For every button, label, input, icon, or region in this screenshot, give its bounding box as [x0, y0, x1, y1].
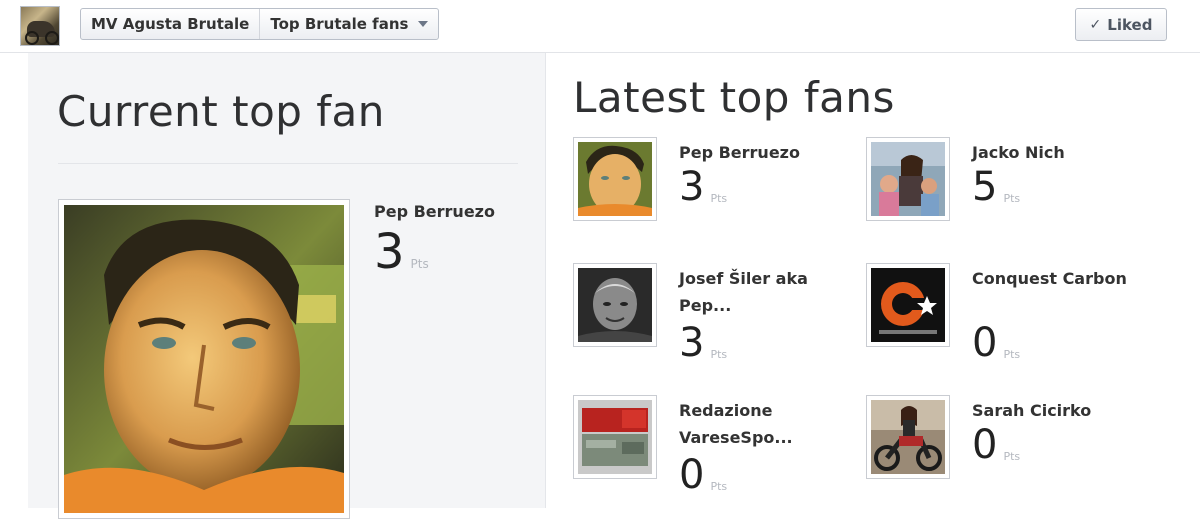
fan-score: 0 Pts — [972, 423, 1020, 467]
fan-name[interactable]: Sarah Cicirko — [972, 397, 1152, 424]
points-unit-label: Pts — [710, 192, 728, 205]
breadcrumb-page-link[interactable]: MV Agusta Brutale — [81, 9, 259, 39]
current-top-fan-heading: Current top fan — [57, 87, 385, 136]
points-unit-label: Pts — [1003, 348, 1021, 361]
current-fan-score: 3 Pts — [374, 225, 429, 279]
fan-name[interactable]: Redazione VareseSpo... — [679, 397, 859, 451]
fan-score: 3 Pts — [679, 165, 727, 209]
current-fan-name[interactable]: Pep Berruezo — [374, 202, 495, 221]
list-item: Sarah Cicirko 0 Pts — [866, 395, 1136, 515]
fan-name[interactable]: Pep Berruezo — [679, 139, 859, 166]
fan-points: 5 — [972, 164, 998, 210]
list-item: Conquest Carbon 0 Pts — [866, 263, 1136, 383]
man-portrait-image — [64, 205, 344, 513]
current-top-fan-panel: Current top fan Pep Berruezo 3 Pts — [28, 53, 546, 519]
fan-points: 3 — [679, 164, 705, 210]
list-item: Pep Berruezo 3 Pts — [573, 137, 843, 257]
fan-avatar[interactable] — [866, 395, 950, 479]
fan-name[interactable]: Josef Šiler aka Pep... — [679, 265, 859, 319]
list-item: Josef Šiler aka Pep... 3 Pts — [573, 263, 843, 383]
fan-name[interactable]: Conquest Carbon — [972, 265, 1152, 292]
liked-label: Liked — [1107, 15, 1153, 34]
points-unit-label: Pts — [710, 348, 728, 361]
page-avatar[interactable] — [20, 6, 60, 46]
bw-portrait-thumbnail — [578, 268, 652, 342]
fan-avatar[interactable] — [573, 395, 657, 479]
app-selector-label: Top Brutale fans — [270, 15, 409, 33]
divider — [58, 163, 518, 164]
app-selector-dropdown[interactable]: Top Brutale fans — [259, 9, 438, 39]
chevron-down-icon — [418, 21, 429, 27]
breadcrumb: MV Agusta Brutale Top Brutale fans — [80, 8, 440, 40]
points-unit-label: Pts — [1003, 450, 1021, 463]
wheel-icon — [45, 31, 59, 45]
conquest-logo-thumbnail — [871, 268, 945, 342]
fan-points: 0 — [679, 452, 705, 498]
checkmark-icon: ✓ — [1089, 16, 1102, 33]
fan-avatar[interactable] — [866, 263, 950, 347]
fan-points: 0 — [972, 422, 998, 468]
top-bar: MV Agusta Brutale Top Brutale fans ✓ Lik… — [0, 0, 1200, 53]
points-unit-label: Pts — [1003, 192, 1021, 205]
fan-score: 0 Pts — [679, 453, 727, 497]
fan-points: 0 — [972, 320, 998, 366]
man-portrait-thumbnail — [578, 142, 652, 216]
fan-name[interactable]: Jacko Nich — [972, 139, 1152, 166]
current-fan-photo[interactable] — [58, 199, 350, 519]
tv-logo-thumbnail — [578, 400, 652, 474]
list-item: Jacko Nich 5 Pts — [866, 137, 1136, 257]
fan-points: 3 — [679, 320, 705, 366]
latest-top-fans-heading: Latest top fans — [573, 73, 895, 122]
current-fan-points: 3 — [374, 224, 405, 280]
fan-avatar[interactable] — [573, 137, 657, 221]
list-item: Redazione VareseSpo... 0 Pts — [573, 395, 843, 515]
fan-avatar[interactable] — [866, 137, 950, 221]
portrait-drawing — [64, 205, 344, 513]
fan-score: 5 Pts — [972, 165, 1020, 209]
motorbike-photo-thumbnail — [871, 400, 945, 474]
liked-button[interactable]: ✓ Liked — [1075, 8, 1167, 41]
points-unit-label: Pts — [710, 480, 728, 493]
fan-avatar[interactable] — [573, 263, 657, 347]
family-photo-thumbnail — [871, 142, 945, 216]
wheel-icon — [25, 31, 39, 45]
fan-score: 0 Pts — [972, 321, 1020, 365]
points-unit-label: Pts — [410, 257, 429, 271]
fan-score: 3 Pts — [679, 321, 727, 365]
